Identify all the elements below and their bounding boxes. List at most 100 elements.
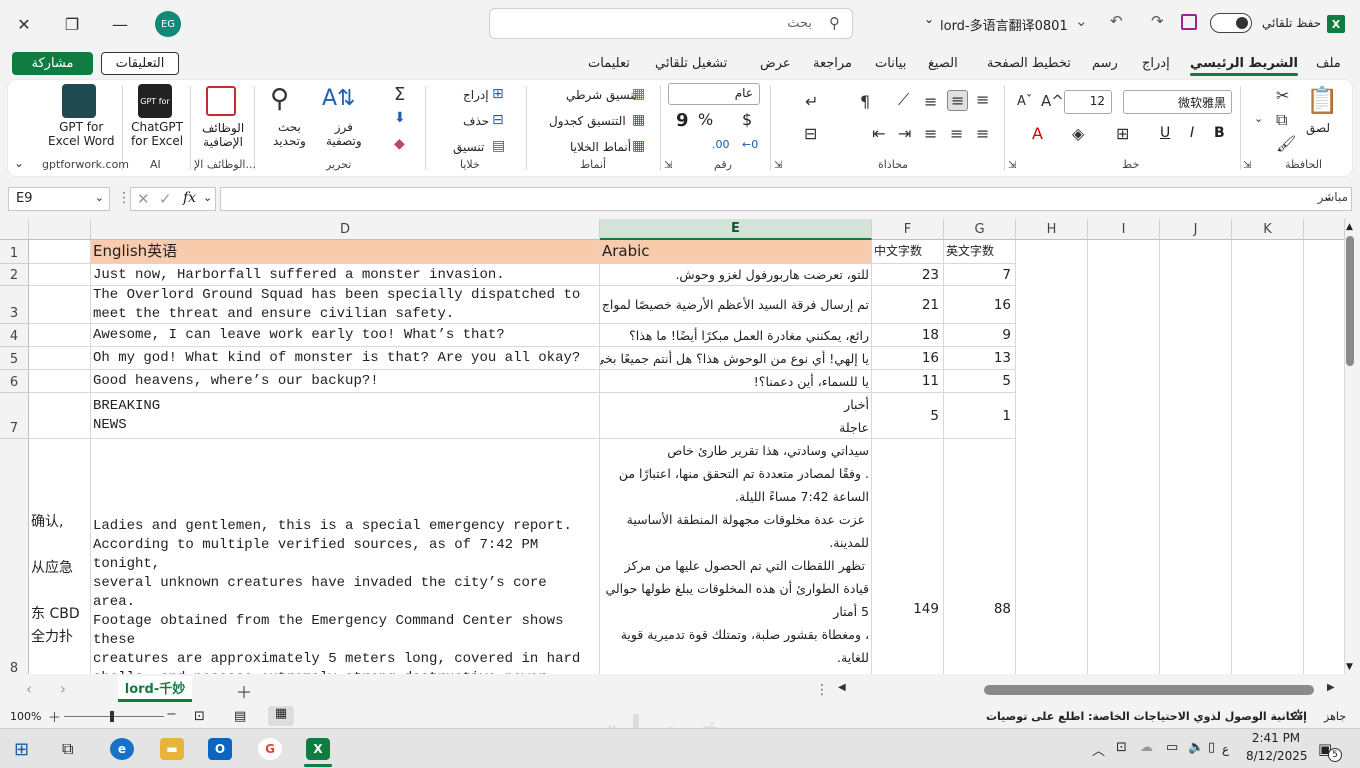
prev-sheet-icon[interactable]: ‹	[26, 680, 32, 698]
format-cells-button[interactable]: تنسيق	[453, 140, 484, 154]
empty-column-h[interactable]	[1016, 240, 1088, 674]
formula-input[interactable]	[220, 187, 1352, 211]
undo-icon[interactable]: ↶	[1110, 12, 1123, 30]
table-cell[interactable]: 23	[872, 264, 944, 286]
table-cell[interactable]: 7	[944, 264, 1016, 286]
more-options-icon[interactable]: ⋮	[117, 190, 131, 206]
empty-column-k[interactable]	[1232, 240, 1304, 674]
redo-icon[interactable]: ↷	[1151, 12, 1164, 30]
table-cell[interactable]	[29, 393, 91, 439]
chevron-down-icon[interactable]: ⌄	[924, 12, 934, 26]
insert-cells-button[interactable]: إدراج	[463, 88, 489, 102]
onedrive-icon[interactable]: ☁	[1140, 740, 1153, 755]
orientation-icon[interactable]: ⟋	[898, 90, 909, 110]
windows-start-icon[interactable]: ⊞	[14, 739, 29, 760]
row-header[interactable]: 7	[0, 393, 29, 439]
wrap-text-icon[interactable]: ↵	[805, 92, 818, 111]
column-header-j[interactable]: J	[1160, 219, 1232, 240]
spreadsheet-grid[interactable]: D E F G H I J K 1 English英语 Arabic 中文字数 …	[0, 219, 1345, 674]
next-sheet-icon[interactable]: ›	[60, 680, 66, 698]
table-cell[interactable]: English英语	[91, 240, 600, 264]
row-header[interactable]: 1	[0, 240, 29, 264]
font-color-icon[interactable]: A	[1032, 124, 1043, 143]
tab-view[interactable]: عرض	[760, 56, 791, 71]
network-icon[interactable]: ▭	[1166, 740, 1178, 755]
borders-icon[interactable]: ⊞	[1116, 124, 1129, 143]
tab-draw[interactable]: رسم	[1092, 56, 1118, 71]
font-launcher-icon[interactable]: ⇲	[1008, 160, 1016, 171]
minimize-icon[interactable]: —	[104, 8, 136, 40]
column-header-f[interactable]: F	[872, 219, 944, 240]
gpt-excel-word-button[interactable]: GPT for Excel Word	[48, 120, 114, 148]
column-header-k[interactable]: K	[1232, 219, 1304, 240]
add-sheet-icon[interactable]: ＋	[236, 679, 252, 703]
row-header[interactable]: 4	[0, 324, 29, 347]
tab-home[interactable]: الشريط الرئيسي	[1190, 56, 1298, 76]
fill-icon[interactable]: ⬇	[394, 110, 406, 126]
page-layout-view-icon[interactable]: ▤	[234, 709, 246, 724]
clipboard-launcher-icon[interactable]: ⇲	[1243, 160, 1251, 171]
comma-button[interactable]: 9	[676, 110, 689, 131]
tray-app-icon[interactable]: ⊡	[1116, 740, 1127, 755]
table-cell[interactable]	[29, 347, 91, 370]
zoom-slider[interactable]	[64, 716, 164, 717]
clock-time[interactable]: 2:41 PM	[1250, 731, 1302, 745]
insert-function-button[interactable]: fx	[183, 190, 196, 206]
align-bottom-icon[interactable]: ≡	[924, 92, 937, 111]
addins-button[interactable]: الوظائف الإضافية	[202, 121, 244, 149]
alignment-launcher-icon[interactable]: ⇲	[774, 160, 782, 171]
task-view-icon[interactable]: ⧉	[62, 739, 73, 759]
avatar[interactable]: EG	[155, 11, 181, 37]
sort-filter-button[interactable]: فرز وتصفية	[326, 120, 362, 148]
zoom-in-icon[interactable]: ＋	[48, 707, 61, 726]
decrease-font-icon[interactable]: Aˇ	[1017, 94, 1032, 109]
decrease-decimal-icon[interactable]: .00	[712, 138, 730, 151]
search-box[interactable]: بحث ⚲	[489, 8, 853, 39]
table-cell[interactable]: 5	[944, 370, 1016, 393]
table-cell[interactable]: أخبار عاجلة	[600, 393, 872, 439]
restore-icon[interactable]: ❐	[56, 8, 88, 40]
cut-icon[interactable]: ✂	[1276, 86, 1289, 105]
font-name-box[interactable]: 微软雅黑	[1123, 90, 1232, 114]
empty-column-j[interactable]	[1160, 240, 1232, 674]
merge-center-icon[interactable]: ⊟	[804, 124, 817, 143]
name-box[interactable]: E9 ⌄	[8, 187, 110, 211]
align-center-icon[interactable]: ≡	[950, 124, 963, 143]
tab-data[interactable]: بيانات	[875, 56, 906, 71]
more-options-icon[interactable]: ⋮	[815, 682, 829, 698]
table-cell[interactable]: BREAKING NEWS	[91, 393, 600, 439]
scroll-up-icon[interactable]: ▲	[1346, 222, 1353, 232]
column-header-d[interactable]: D	[91, 219, 600, 240]
increase-decimal-icon[interactable]: ←0	[742, 138, 758, 151]
autosave-toggle[interactable]	[1210, 13, 1252, 33]
table-cell[interactable]: 5	[872, 393, 944, 439]
fill-color-icon[interactable]: ◈	[1072, 124, 1084, 143]
chatgpt-button[interactable]: ChatGPT for Excel	[131, 120, 183, 148]
table-cell[interactable]: رائع، يمكنني مغادرة العمل مبكرًا أيضًا! …	[600, 324, 872, 347]
rtl-icon[interactable]: ¶	[860, 92, 870, 111]
paste-label[interactable]: لصق	[1306, 121, 1330, 135]
chrome-icon[interactable]: G	[258, 738, 282, 760]
table-cell[interactable]	[29, 324, 91, 347]
accessibility-status[interactable]: إمكانية الوصول لذوي الاحتياجات الخاصة: ا…	[986, 710, 1307, 723]
autosum-icon[interactable]: Σ	[394, 84, 405, 105]
table-cell[interactable]: 13	[944, 347, 1016, 370]
paste-icon[interactable]: 📋	[1306, 86, 1338, 116]
table-cell[interactable]: 中文字数	[872, 240, 944, 264]
row-header[interactable]: 6	[0, 370, 29, 393]
table-cell[interactable]: 英文字数	[944, 240, 1016, 264]
table-cell[interactable]	[29, 264, 91, 286]
indent-increase-icon[interactable]: ⇥	[898, 124, 911, 143]
empty-column-l[interactable]	[1304, 240, 1345, 674]
table-cell[interactable]: 1	[944, 393, 1016, 439]
scroll-right-icon[interactable]: ▶	[1327, 682, 1335, 693]
tab-file[interactable]: ملف	[1316, 56, 1341, 71]
zoom-level[interactable]: 100%	[10, 710, 41, 723]
scroll-down-icon[interactable]: ▼	[1346, 662, 1353, 672]
copy-dropdown-icon[interactable]: ⌄	[1254, 112, 1263, 125]
table-cell[interactable]: سيداتي وسادتي، هذا تقرير طارئ خاص . وفقً…	[600, 439, 872, 674]
row-header[interactable]: 5	[0, 347, 29, 370]
table-cell[interactable]: 21	[872, 286, 944, 324]
enter-icon[interactable]: ✓	[159, 190, 172, 208]
align-middle-icon[interactable]: ≡	[947, 90, 969, 111]
